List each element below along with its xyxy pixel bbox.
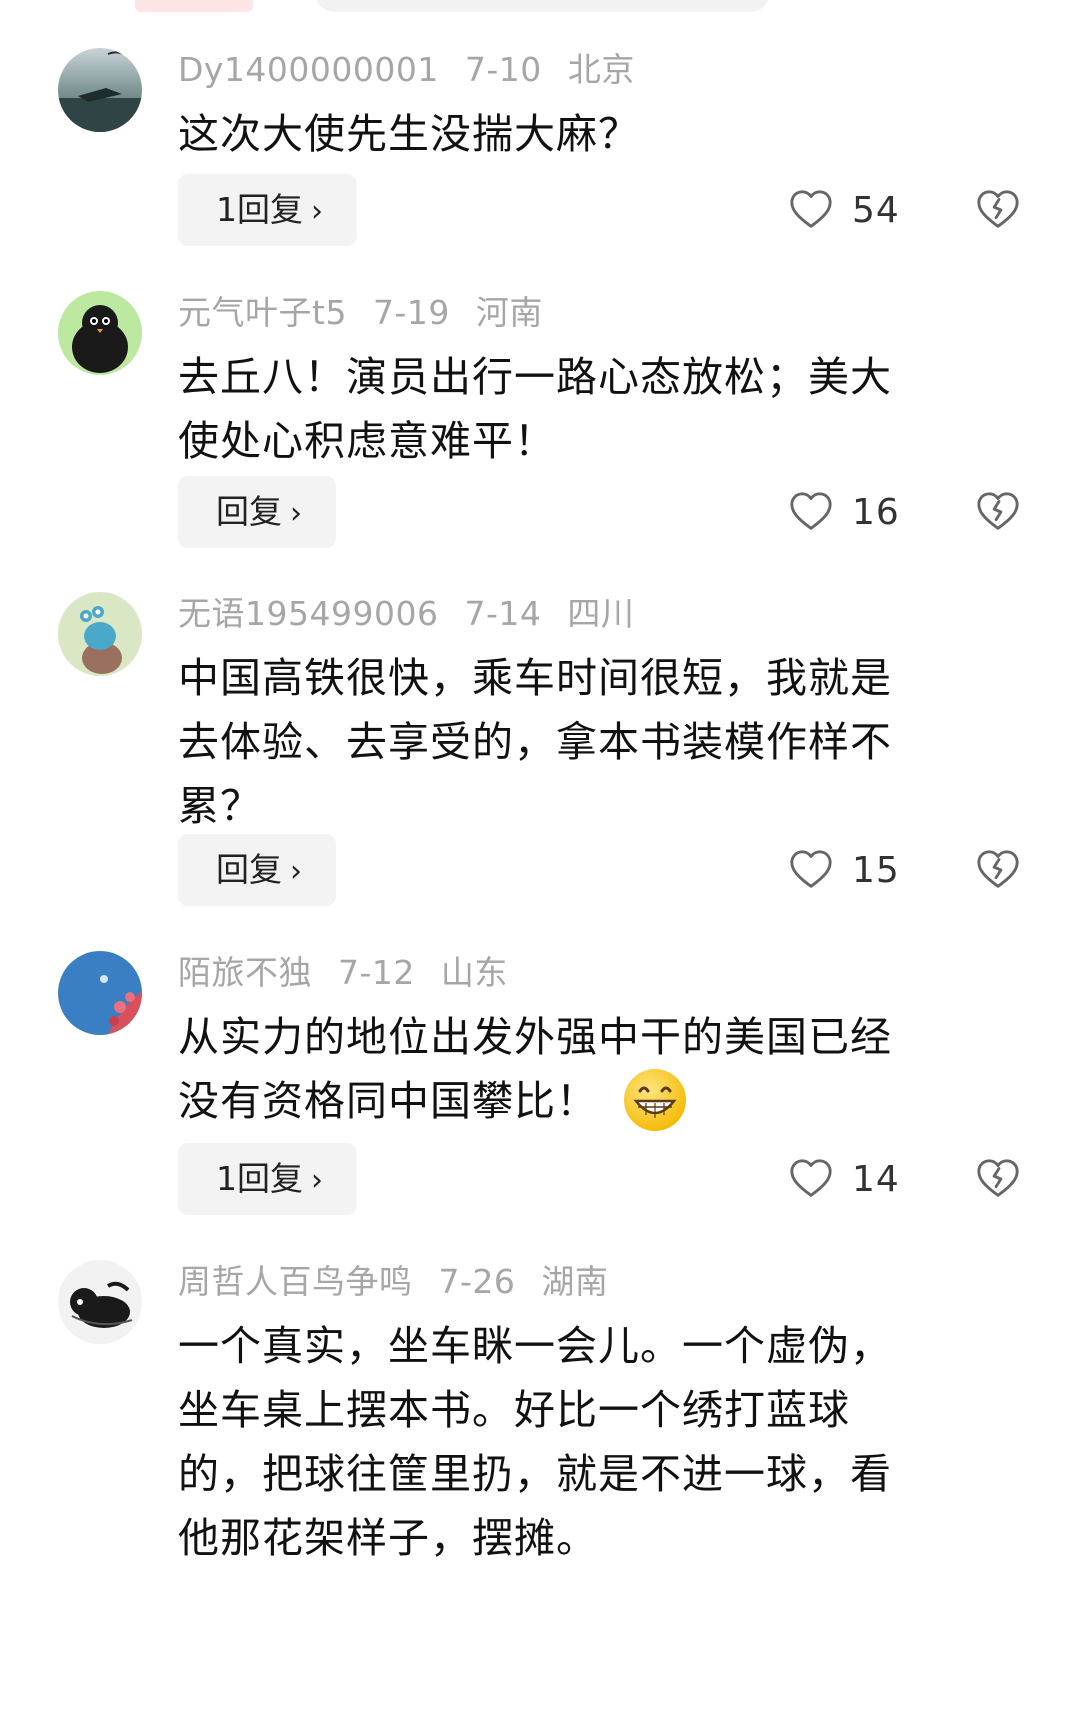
avatar[interactable] — [58, 48, 142, 132]
comment-location: 湖南 — [541, 1262, 609, 1301]
comment-date: 7-14 — [464, 594, 542, 633]
like-button[interactable]: 54 — [788, 174, 900, 246]
heart-outline-icon — [790, 492, 832, 530]
comment-meta: Dy1400000001 7-10 北京 — [178, 48, 661, 92]
like-count: 15 — [852, 849, 900, 891]
comment-line: 这次大使先生没揣大麻？ — [178, 110, 640, 158]
reply-label: 回复 — [216, 850, 282, 889]
top-input-pill[interactable] — [315, 0, 770, 12]
reply-label: 1回复 — [216, 190, 303, 229]
comment-text: 从实力的地位出发外强中干的美国已经 没有资格同中国攀比！ — [178, 1005, 1008, 1137]
comment-text: 中国高铁很快，乘车时间很短，我就是 去体验、去享受的，拿本书装模作样不 累？ — [178, 646, 1008, 838]
comment-meta: 无语195499006 7-14 四川 — [178, 592, 660, 636]
like-count: 14 — [852, 1158, 900, 1200]
grinning-emoji-icon — [624, 1069, 686, 1131]
comment-location: 山东 — [440, 953, 508, 992]
comment-line: 从实力的地位出发外强中干的美国已经 — [178, 1013, 892, 1061]
reply-label: 回复 — [216, 492, 282, 531]
heart-outline-icon — [790, 1159, 832, 1197]
reply-button[interactable]: 1回复 › — [178, 1143, 357, 1215]
like-button[interactable]: 15 — [788, 834, 900, 906]
heart-outline-icon — [790, 190, 832, 228]
comment-text: 这次大使先生没揣大麻？ — [178, 102, 1008, 166]
comment-text: 一个真实，坐车眯一会儿。一个虚伪， 坐车桌上摆本书。好比一个绣打蓝球 的，把球往… — [178, 1314, 1008, 1570]
broken-heart-icon — [977, 190, 1019, 228]
broken-heart-icon — [977, 492, 1019, 530]
comment-line: 一个真实，坐车眯一会儿。一个虚伪， — [178, 1322, 892, 1370]
broken-heart-icon — [977, 850, 1019, 888]
username[interactable]: 陌旅不独 — [178, 953, 312, 992]
chevron-right-icon: › — [290, 854, 302, 889]
reply-button[interactable]: 1回复 › — [178, 174, 357, 246]
comment-line: 他那花架样子，摆摊。 — [178, 1514, 598, 1562]
comment-meta: 陌旅不独 7-12 山东 — [178, 951, 534, 995]
heart-outline-icon — [790, 850, 832, 888]
comment-meta: 元气叶子t5 7-19 河南 — [178, 291, 569, 335]
comment-location: 北京 — [567, 50, 635, 89]
comment-line: 去体验、去享受的，拿本书装模作样不 — [178, 718, 892, 766]
top-badge — [135, 0, 253, 12]
avatar[interactable] — [58, 592, 142, 676]
avatar[interactable] — [58, 951, 142, 1035]
like-button[interactable]: 16 — [788, 476, 900, 548]
dislike-button[interactable] — [975, 1143, 1021, 1215]
comment-line: 的，把球往筐里扔，就是不进一球，看 — [178, 1450, 892, 1498]
comment-line-with-emoji: 没有资格同中国攀比！ — [178, 1069, 1008, 1137]
reply-button[interactable]: 回复 › — [178, 834, 336, 906]
username[interactable]: Dy1400000001 — [178, 50, 439, 89]
like-button[interactable]: 14 — [788, 1143, 900, 1215]
comment-location: 四川 — [567, 594, 635, 633]
comment-line: 去丘八！演员出行一路心态放松；美大 — [178, 353, 892, 401]
comment-location: 河南 — [475, 293, 543, 332]
comment-date: 7-19 — [372, 293, 450, 332]
reply-button[interactable]: 回复 › — [178, 476, 336, 548]
comment-line: 累？ — [178, 782, 262, 830]
comment-line: 没有资格同中国攀比！ — [178, 1077, 598, 1125]
avatar[interactable] — [58, 1260, 142, 1344]
chevron-right-icon: › — [290, 496, 302, 531]
username[interactable]: 周哲人百鸟争鸣 — [178, 1262, 413, 1301]
dislike-button[interactable] — [975, 174, 1021, 246]
comment-meta: 周哲人百鸟争鸣 7-26 湖南 — [178, 1260, 634, 1304]
comment-date: 7-10 — [464, 50, 542, 89]
comment-line: 使处心积虑意难平！ — [178, 417, 556, 465]
comment-text: 去丘八！演员出行一路心态放松；美大 使处心积虑意难平！ — [178, 345, 1008, 473]
comment-date: 7-12 — [338, 953, 415, 992]
reply-label: 1回复 — [216, 1159, 303, 1198]
broken-heart-icon — [977, 1159, 1019, 1197]
chevron-right-icon: › — [311, 1163, 323, 1198]
chevron-right-icon: › — [311, 194, 323, 229]
avatar[interactable] — [58, 291, 142, 375]
username[interactable]: 无语195499006 — [178, 594, 438, 633]
username[interactable]: 元气叶子t5 — [178, 293, 347, 332]
comment-line: 坐车桌上摆本书。好比一个绣打蓝球 — [178, 1386, 850, 1434]
comment-line: 中国高铁很快，乘车时间很短，我就是 — [178, 654, 892, 702]
comment-date: 7-26 — [438, 1262, 516, 1301]
like-count: 16 — [852, 491, 900, 533]
like-count: 54 — [852, 189, 900, 231]
dislike-button[interactable] — [975, 476, 1021, 548]
dislike-button[interactable] — [975, 834, 1021, 906]
